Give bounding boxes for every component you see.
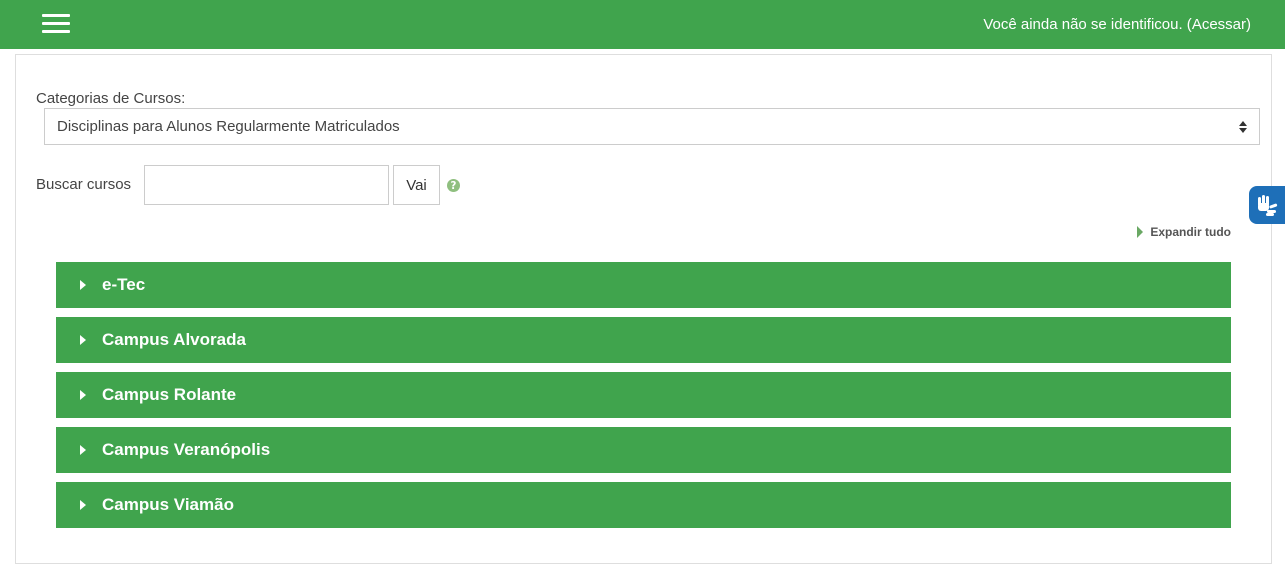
category-list: e-Tec Campus Alvorada Campus Rolante Cam… <box>56 262 1231 537</box>
category-name: Campus Rolante <box>102 385 237 404</box>
svg-text:?: ? <box>451 181 457 192</box>
main-content: Categorias de Cursos: Disciplinas para A… <box>15 54 1272 564</box>
expand-triangle-icon <box>1137 226 1144 238</box>
search-courses-label: Buscar cursos <box>36 176 132 193</box>
top-navbar: Você ainda não se identificou. (Acessar) <box>0 0 1285 49</box>
search-go-button[interactable]: Vai <box>393 165 440 205</box>
caret-right-icon <box>80 335 86 345</box>
caret-right-icon <box>80 390 86 400</box>
category-name: e-Tec <box>102 275 146 294</box>
question-circle-icon[interactable]: ? <box>447 179 460 192</box>
sign-language-hands-icon <box>1258 195 1278 216</box>
category-name: Campus Alvorada <box>102 330 246 349</box>
login-info: Você ainda não se identificou. (Acessar) <box>983 16 1251 33</box>
category-name: Campus Viamão <box>102 495 234 514</box>
login-prefix: Você ainda não se identificou. ( <box>983 16 1192 33</box>
selected-category: Disciplinas para Alunos Regularmente Mat… <box>57 118 400 135</box>
expand-all-label: Expandir tudo <box>1150 225 1231 239</box>
select-arrows-icon <box>1239 121 1247 133</box>
hamburger-menu-icon[interactable] <box>42 13 70 35</box>
course-categories-label: Categorias de Cursos: <box>36 90 186 107</box>
login-link[interactable]: Acessar <box>1192 16 1246 33</box>
category-campus-veranopolis[interactable]: Campus Veranópolis <box>56 427 1231 473</box>
category-campus-alvorada[interactable]: Campus Alvorada <box>56 317 1231 363</box>
caret-right-icon <box>80 500 86 510</box>
category-e-tec[interactable]: e-Tec <box>56 262 1231 308</box>
accessibility-widget[interactable] <box>1249 186 1285 224</box>
category-name: Campus Veranópolis <box>102 440 271 459</box>
login-suffix: ) <box>1246 16 1251 33</box>
caret-right-icon <box>80 280 86 290</box>
category-campus-rolante[interactable]: Campus Rolante <box>56 372 1231 418</box>
caret-right-icon <box>80 445 86 455</box>
expand-all-link[interactable]: Expandir tudo <box>1137 225 1231 239</box>
search-courses-input[interactable] <box>144 165 389 205</box>
course-categories-select[interactable]: Disciplinas para Alunos Regularmente Mat… <box>44 108 1260 145</box>
category-campus-viamao[interactable]: Campus Viamão <box>56 482 1231 528</box>
